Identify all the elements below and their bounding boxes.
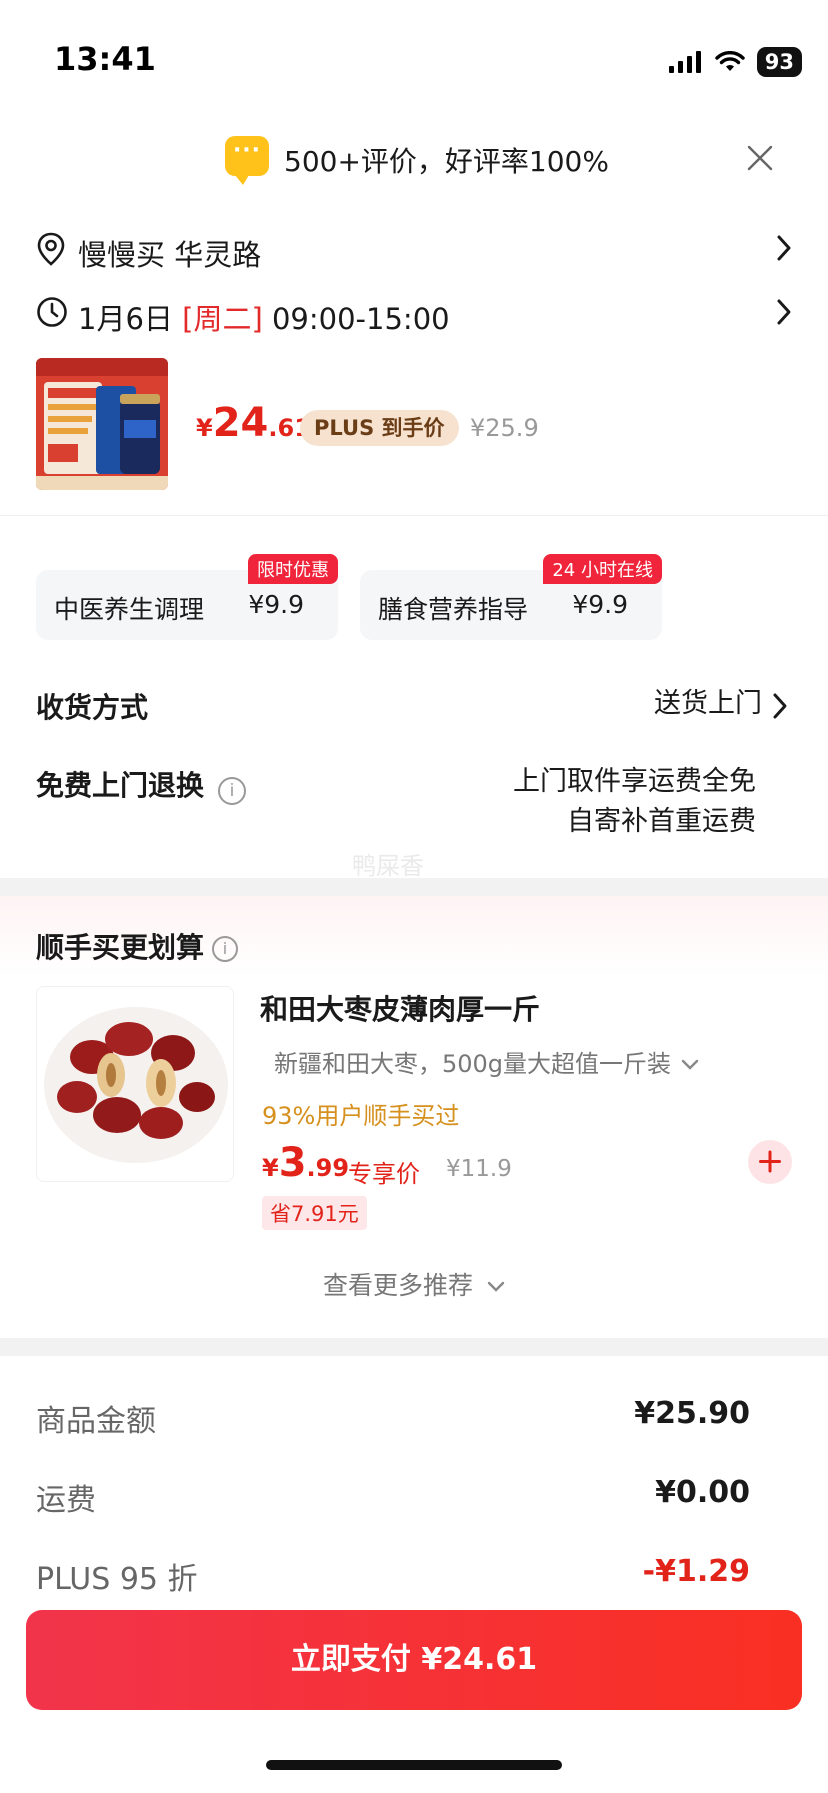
delivery-time-row[interactable]: 1月6日 [周二] 09:00-15:00: [36, 290, 792, 338]
product-thumbnail[interactable]: [36, 358, 168, 490]
location-pin-icon: [37, 232, 65, 266]
summary-row-plus-discount: PLUS 95 折 -¥1.29: [36, 1546, 750, 1597]
jujube-image: [37, 987, 233, 1181]
summary-row-shipping: 运费 ¥0.00: [36, 1467, 750, 1518]
chevron-right-icon: [773, 693, 787, 719]
delivery-date: 1月6日: [78, 302, 173, 336]
price-decimal: .99: [306, 1154, 350, 1182]
delivery-weekday: [周二]: [182, 302, 263, 336]
more-recommendations-text: 查看更多推荐: [323, 1271, 474, 1300]
service-price: ¥9.9: [248, 590, 304, 619]
price-symbol: ¥: [196, 414, 213, 442]
address-row[interactable]: 慢慢买 华灵路: [36, 226, 792, 274]
info-icon[interactable]: i: [212, 936, 239, 962]
pay-now-button[interactable]: 立即支付 ¥24.61: [26, 1610, 802, 1710]
summary-row-goods: 商品金额 ¥25.90: [36, 1388, 750, 1439]
summary-value: ¥25.90: [634, 1396, 750, 1431]
service-badge: 限时优惠: [248, 554, 338, 584]
info-icon[interactable]: i: [218, 776, 247, 805]
recommend-title: 顺手买更划算 i: [36, 926, 239, 966]
more-recommendations-link[interactable]: 查看更多推荐: [0, 1266, 828, 1302]
plus-price-tag: PLUS 到手价: [300, 410, 459, 446]
service-name: 膳食营养指导: [378, 595, 529, 624]
shipping-method-row[interactable]: 收货方式 送货上门: [36, 686, 792, 730]
summary-label: PLUS 95 折: [36, 1562, 198, 1597]
service-card-nutrition[interactable]: 膳食营养指导 ¥9.9 24 小时在线: [360, 554, 662, 640]
exclusive-price-label: 专享价: [348, 1160, 420, 1188]
service-badge: 24 小时在线: [543, 554, 662, 584]
chevron-right-icon: [777, 299, 791, 325]
shipping-value-text: 送货上门: [654, 688, 762, 719]
recommend-product-image[interactable]: [36, 986, 234, 1182]
divider: [0, 515, 828, 516]
wifi-icon: [715, 51, 745, 71]
recommend-section: 顺手买更划算 i 和田大枣皮薄肉厚一斤 新疆和田大枣，500g量大超值一斤装 93…: [0, 896, 828, 1338]
product-price: ¥24.61: [196, 400, 311, 446]
review-banner: ··· 500+评价，好评率100%: [0, 130, 828, 188]
recommend-spec-text: 新疆和田大枣，500g量大超值一斤装: [274, 1050, 672, 1078]
close-icon[interactable]: [744, 142, 776, 174]
free-return-line1: 上门取件享运费全免: [513, 766, 756, 797]
summary-label: 商品金额: [36, 1404, 156, 1439]
status-bar: 13:41 93: [0, 0, 828, 120]
chat-bubble-icon: ···: [225, 136, 269, 185]
home-indicator[interactable]: [266, 1760, 562, 1770]
free-return-line2: 自寄补首重运费: [567, 806, 756, 837]
section-gap: [0, 878, 828, 896]
delivery-time-text: 1月6日 [周二] 09:00-15:00: [78, 296, 450, 338]
recommend-buy-rate: 93%用户顺手买过: [262, 1102, 460, 1130]
watermark: 鸭屎香: [352, 852, 424, 880]
summary-value: -¥1.29: [642, 1554, 750, 1589]
free-return-label: 免费上门退换: [36, 769, 205, 802]
address-text: 慢慢买 华灵路: [78, 238, 262, 272]
status-time: 13:41: [54, 40, 156, 78]
recommend-original-price: ¥11.9: [446, 1156, 512, 1182]
recommend-product-name[interactable]: 和田大枣皮薄肉厚一斤: [260, 988, 540, 1028]
free-return-row: 免费上门退换 i 上门取件享运费全免 自寄补首重运费: [36, 764, 792, 854]
shipping-label: 收货方式: [36, 691, 149, 724]
chevron-down-icon: [681, 1059, 699, 1070]
price-integer: 3: [278, 1140, 307, 1186]
service-name: 中医养生调理: [54, 595, 205, 624]
original-price: ¥25.9: [470, 414, 539, 442]
chevron-down-icon: [487, 1281, 505, 1292]
status-icons: 93: [668, 44, 802, 80]
service-price: ¥9.9: [572, 590, 628, 619]
review-summary: 500+评价，好评率100%: [284, 145, 609, 178]
add-to-cart-button[interactable]: [748, 1140, 792, 1184]
price-symbol: ¥: [262, 1154, 279, 1182]
price-integer: 24: [212, 400, 269, 446]
recommend-price: ¥3.99: [262, 1140, 349, 1186]
signal-icon: [668, 51, 701, 73]
clock-icon: [37, 297, 67, 327]
savings-badge: 省7.91元: [262, 1196, 367, 1230]
service-card-tcm[interactable]: 中医养生调理 ¥9.9 限时优惠: [36, 554, 338, 640]
free-return-detail: 上门取件享运费全免 自寄补首重运费: [513, 762, 756, 842]
recommend-title-text: 顺手买更划算: [36, 931, 205, 964]
product-image: [36, 358, 168, 490]
summary-label: 运费: [36, 1483, 96, 1518]
summary-value: ¥0.00: [655, 1475, 750, 1510]
delivery-slot: 09:00-15:00: [271, 302, 450, 336]
battery-indicator: 93: [756, 47, 802, 77]
recommend-spec-selector[interactable]: 新疆和田大枣，500g量大超值一斤装: [260, 1044, 734, 1084]
chevron-right-icon: [777, 235, 791, 261]
section-gap: [0, 1338, 828, 1356]
